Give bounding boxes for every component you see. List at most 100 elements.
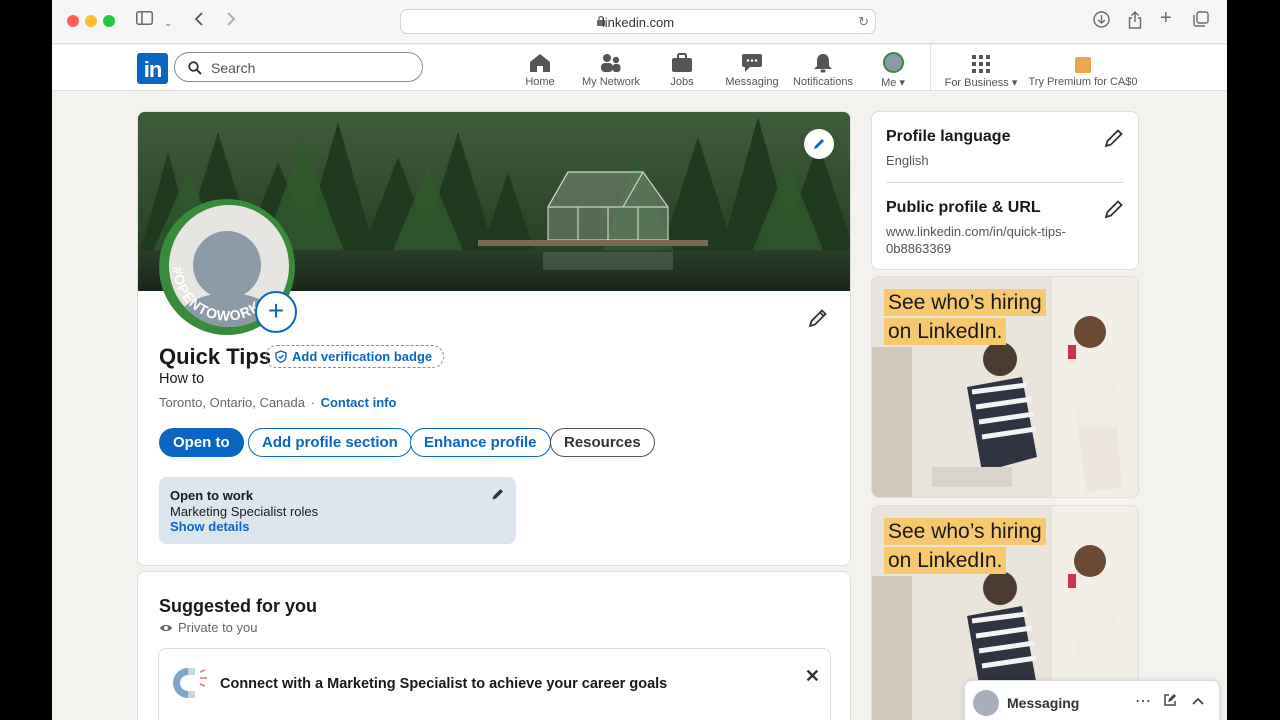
profile-card: #OPENTOWORK + Quick Tips Add verificatio… bbox=[137, 111, 851, 566]
messaging-dock[interactable]: Messaging ⋯ bbox=[964, 680, 1220, 720]
nav-me[interactable]: Me ▾ bbox=[873, 51, 913, 89]
nav-home-label: Home bbox=[525, 76, 555, 88]
tab-overview-icon[interactable] bbox=[1193, 11, 1209, 33]
nav-divider bbox=[930, 45, 931, 91]
reload-icon[interactable]: ↻ bbox=[858, 14, 869, 30]
pencil-icon bbox=[808, 309, 827, 328]
pencil-icon bbox=[814, 139, 824, 149]
address-bar[interactable]: linkedin.com ↻ bbox=[400, 9, 876, 34]
resources-button[interactable]: Resources bbox=[550, 428, 655, 457]
add-verification-badge-button[interactable]: Add verification badge bbox=[265, 345, 445, 368]
ad-headline-line2: on LinkedIn. bbox=[884, 547, 1007, 574]
premium-icon bbox=[1075, 57, 1091, 73]
caret-down-icon: ▾ bbox=[899, 77, 905, 89]
profile-language-title: Profile language bbox=[886, 128, 1011, 145]
nav-for-business-label: For Business bbox=[944, 77, 1009, 89]
new-tab-icon[interactable]: + bbox=[1160, 8, 1172, 28]
suggested-card: Suggested for you Private to you Connect… bbox=[137, 571, 851, 720]
contact-info-link[interactable]: Contact info bbox=[321, 395, 397, 410]
nav-premium-label: Try Premium for CA$0 bbox=[1028, 76, 1138, 88]
edit-public-url-button[interactable] bbox=[1104, 199, 1124, 224]
public-profile-url-line2: 0b8863369 bbox=[886, 241, 952, 256]
open-to-work-box[interactable]: Open to work Marketing Specialist roles … bbox=[159, 477, 516, 544]
verification-badge-label: Add verification badge bbox=[292, 349, 433, 364]
bell-icon bbox=[814, 54, 832, 73]
nav-my-network-label: My Network bbox=[581, 76, 641, 88]
profile-name: Quick Tips bbox=[159, 344, 272, 369]
search-input[interactable]: Search bbox=[174, 52, 423, 82]
open-to-work-title: Open to work bbox=[170, 488, 254, 503]
add-profile-section-button[interactable]: Add profile section bbox=[248, 428, 412, 457]
chat-icon bbox=[742, 54, 762, 72]
back-icon[interactable] bbox=[194, 11, 204, 33]
share-icon[interactable] bbox=[1128, 11, 1142, 35]
nav-messaging[interactable]: Messaging bbox=[723, 51, 781, 88]
enhance-profile-button[interactable]: Enhance profile bbox=[410, 428, 551, 457]
close-window-button[interactable] bbox=[67, 15, 79, 27]
show-details-link[interactable]: Show details bbox=[170, 519, 249, 534]
public-profile-url-line1: www.linkedin.com/in/quick-tips- bbox=[886, 224, 1066, 239]
nav-notifications[interactable]: Notifications bbox=[790, 51, 856, 88]
profile-location: Toronto, Ontario, Canada bbox=[159, 395, 305, 410]
sidebar-toggle-icon[interactable] bbox=[136, 11, 153, 31]
nav-notifications-label: Notifications bbox=[793, 76, 853, 88]
nav-premium[interactable]: Try Premium for CA$0 bbox=[1027, 51, 1139, 88]
browser-toolbar: ⌄ linkedin.com ↻ + bbox=[52, 0, 1227, 44]
nav-for-business[interactable]: For Business ▾ bbox=[941, 51, 1021, 89]
linkedin-logo[interactable]: in bbox=[137, 53, 168, 84]
search-icon bbox=[188, 61, 202, 75]
search-placeholder: Search bbox=[211, 60, 256, 76]
nav-me-label: Me bbox=[881, 77, 897, 89]
nav-home[interactable]: Home bbox=[518, 51, 562, 88]
chevron-up-icon[interactable] bbox=[1191, 693, 1205, 709]
suggested-privacy-label: Private to you bbox=[178, 620, 258, 635]
edit-language-button[interactable] bbox=[1104, 128, 1124, 153]
separator: · bbox=[310, 395, 315, 410]
chevron-down-icon[interactable]: ⌄ bbox=[164, 14, 172, 34]
edit-intro-button[interactable] bbox=[808, 308, 828, 333]
suggestion-item[interactable]: Connect with a Marketing Specialist to a… bbox=[158, 648, 831, 720]
edit-banner-button[interactable] bbox=[804, 129, 834, 159]
ad-headline-line2: on LinkedIn. bbox=[884, 318, 1007, 345]
close-icon[interactable]: ✕ bbox=[805, 666, 820, 687]
minimize-window-button[interactable] bbox=[85, 15, 97, 27]
forward-icon[interactable] bbox=[226, 11, 236, 33]
svg-text:#OPENTOWORK: #OPENTOWORK bbox=[170, 266, 264, 324]
nav-jobs-label: Jobs bbox=[670, 76, 694, 88]
briefcase-icon bbox=[672, 53, 692, 72]
avatar bbox=[882, 52, 904, 73]
magnet-icon bbox=[173, 668, 207, 698]
open-to-work-roles: Marketing Specialist roles bbox=[170, 504, 319, 519]
open-to-button[interactable]: Open to bbox=[159, 428, 244, 457]
pencil-icon bbox=[1104, 200, 1123, 219]
hiring-ad[interactable]: See who’s hiring on LinkedIn. bbox=[871, 276, 1139, 498]
profile-settings-card: Profile language English Public profile … bbox=[871, 111, 1139, 270]
edit-open-to-work-button[interactable] bbox=[491, 487, 505, 506]
suggested-privacy: Private to you bbox=[159, 620, 258, 635]
add-photo-button[interactable]: + bbox=[255, 291, 297, 333]
shield-check-icon bbox=[275, 350, 287, 363]
ad-headline-line1: See who’s hiring bbox=[884, 518, 1046, 545]
suggested-title: Suggested for you bbox=[159, 596, 318, 616]
open-to-work-text: #OPENTOWORK bbox=[170, 266, 263, 324]
browser-window: ⌄ linkedin.com ↻ + in Search Home My Net… bbox=[52, 0, 1227, 720]
nav-jobs[interactable]: Jobs bbox=[662, 51, 702, 88]
zoom-window-button[interactable] bbox=[103, 15, 115, 27]
home-icon bbox=[530, 54, 550, 72]
nav-messaging-label: Messaging bbox=[725, 76, 779, 88]
eye-icon bbox=[160, 624, 172, 631]
profile-location-row: Toronto, Ontario, Canada · Contact info bbox=[159, 395, 396, 410]
divider bbox=[886, 182, 1124, 183]
downloads-icon[interactable] bbox=[1093, 11, 1110, 34]
messaging-dock-label: Messaging bbox=[1007, 695, 1080, 711]
url-text: linkedin.com bbox=[601, 15, 675, 30]
more-options-icon[interactable]: ⋯ bbox=[1135, 691, 1151, 711]
avatar bbox=[973, 690, 999, 716]
caret-down-icon: ▾ bbox=[1011, 77, 1018, 89]
ad-headline-line1: See who’s hiring bbox=[884, 289, 1046, 316]
nav-my-network[interactable]: My Network bbox=[579, 51, 643, 88]
linkedin-nav: in Search Home My Network Jobs Messaging… bbox=[52, 45, 1227, 91]
pencil-icon bbox=[492, 489, 503, 500]
compose-icon[interactable] bbox=[1163, 693, 1177, 710]
grid-icon bbox=[972, 55, 990, 73]
